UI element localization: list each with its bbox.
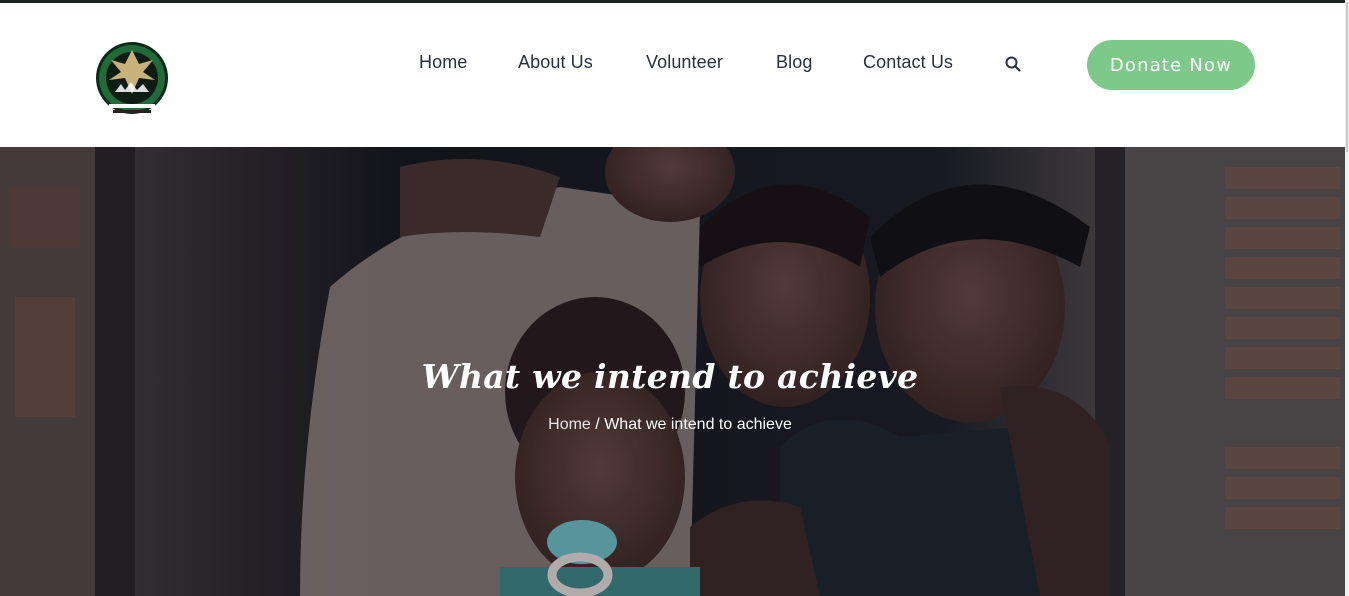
site-logo[interactable] (95, 40, 171, 118)
page-scrollbar[interactable] (1345, 0, 1349, 596)
nav-blog[interactable]: Blog (776, 52, 812, 73)
hero-banner: What we intend to achieve Home / What we… (0, 147, 1345, 596)
page-title: What we intend to achieve (421, 357, 919, 396)
breadcrumb-home-link[interactable]: Home (548, 416, 591, 433)
breadcrumb: Home / What we intend to achieve (0, 416, 1340, 434)
nav-home[interactable]: Home (419, 52, 467, 73)
nav-about-us[interactable]: About Us (518, 52, 593, 73)
nav-volunteer[interactable]: Volunteer (646, 52, 723, 73)
search-icon[interactable] (1004, 55, 1022, 73)
breadcrumb-current: What we intend to achieve (604, 416, 792, 433)
scrollbar-thumb[interactable] (1346, 2, 1348, 152)
breadcrumb-separator: / (595, 416, 600, 433)
nav-contact-us[interactable]: Contact Us (863, 52, 953, 73)
site-header: Home About Us Volunteer Blog Contact Us … (0, 3, 1345, 147)
donate-now-button[interactable]: Donate Now (1087, 40, 1255, 90)
